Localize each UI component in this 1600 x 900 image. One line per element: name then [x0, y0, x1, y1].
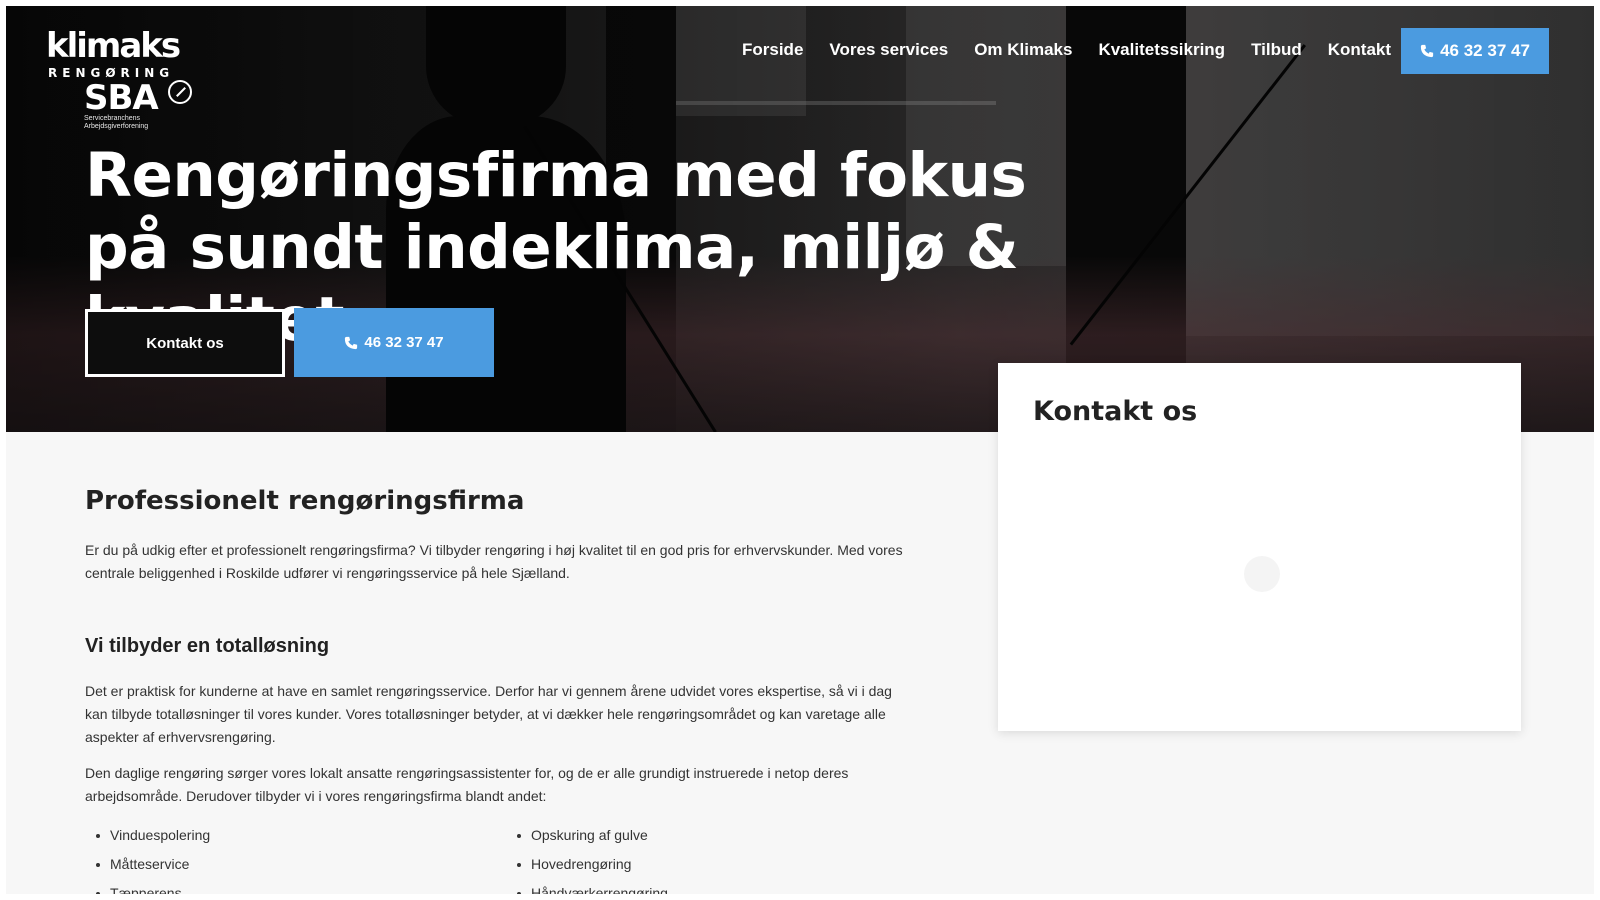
services-list-right: Opskuring af gulve Hovedrengøring Håndvæ…: [511, 821, 668, 894]
list-item: Håndværkerrengøring: [511, 879, 668, 894]
list-item: Måtteservice: [90, 850, 210, 879]
daily-cleaning-paragraph: Den daglige rengøring sørger vores lokal…: [85, 765, 849, 804]
site-logo[interactable]: klimaks RENGØRING SBA Servicebranchens A…: [46, 26, 206, 136]
nav-phone-label: 46 32 37 47: [1440, 41, 1530, 60]
totalsolution-paragraph: Det er praktisk for kunderne at have en …: [85, 683, 892, 745]
intro-paragraph: Er du på udkig efter et professionelt re…: [85, 542, 903, 581]
contact-card: Kontakt os: [998, 363, 1521, 731]
hero-phone-button[interactable]: 46 32 37 47: [294, 308, 494, 377]
page: klimaks RENGØRING SBA Servicebranchens A…: [6, 6, 1594, 894]
services-list-left: Vinduespolering Måtteservice Tæpperens: [90, 821, 210, 894]
section-heading: Professionelt rengøringsfirma: [85, 486, 525, 516]
main-nav: Forside Vores services Om Klimaks Kvalit…: [742, 39, 1417, 61]
hero-phone-label: 46 32 37 47: [364, 334, 444, 351]
phone-icon: [345, 336, 358, 349]
sba-badge: SBA: [84, 78, 159, 118]
list-item: Vinduespolering: [90, 821, 210, 850]
hero-contact-button[interactable]: Kontakt os: [85, 309, 285, 377]
nav-item-kvalitetssikring[interactable]: Kvalitetssikring: [1098, 39, 1225, 61]
nav-item-vores-services[interactable]: Vores services: [829, 39, 948, 61]
nav-item-om-klimaks[interactable]: Om Klimaks: [974, 39, 1072, 61]
phone-icon: [1420, 44, 1434, 58]
logo-wordmark: klimaks: [46, 26, 181, 66]
sba-caption: Servicebranchens Arbejdsgiverforening: [84, 115, 149, 130]
nav-phone-button[interactable]: 46 32 37 47: [1401, 28, 1549, 74]
list-item: Tæpperens: [90, 879, 210, 894]
contact-card-title: Kontakt os: [1033, 396, 1198, 427]
list-item: Hovedrengøring: [511, 850, 668, 879]
subsection-heading: Vi tilbyder en totalløsning: [85, 635, 330, 657]
list-item: Opskuring af gulve: [511, 821, 668, 850]
nav-item-forside[interactable]: Forside: [742, 39, 803, 61]
nav-item-kontakt[interactable]: Kontakt: [1328, 39, 1391, 61]
nav-item-tilbud[interactable]: Tilbud: [1251, 39, 1302, 61]
sba-mark-icon: [168, 80, 192, 104]
loading-spinner-icon: [1244, 556, 1280, 592]
